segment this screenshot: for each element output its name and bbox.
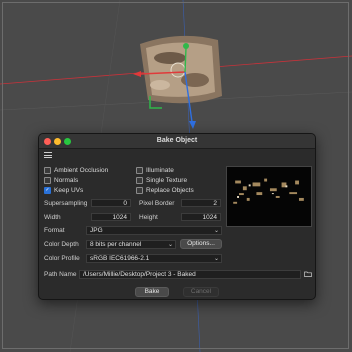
height-input[interactable]: 1024 <box>181 213 221 221</box>
supersampling-label: Supersampling <box>44 200 88 207</box>
color-depth-label: Color Depth <box>44 241 79 248</box>
color-depth-select[interactable]: 8 bits per channel ⌄ <box>86 240 176 249</box>
chevron-down-icon: ⌄ <box>213 228 219 234</box>
chevron-down-icon: ⌄ <box>213 256 219 262</box>
chevron-down-icon: ⌄ <box>167 242 173 248</box>
single-texture-checkbox[interactable]: Single Texture <box>136 177 187 184</box>
color-depth-options-button[interactable]: Options... <box>180 239 222 249</box>
dialog-titlebar[interactable]: Bake Object <box>39 134 315 149</box>
single-texture-label: Single Texture <box>146 177 188 184</box>
illuminate-checkbox[interactable]: Illuminate <box>136 167 174 174</box>
replace-objects-label: Replace Objects <box>146 187 194 194</box>
normals-checkbox[interactable]: Normals <box>44 177 78 184</box>
dialog-title: Bake Object <box>156 137 198 144</box>
ambient-occlusion-checkbox[interactable]: Ambient Occlusion <box>44 167 108 174</box>
color-profile-label: Color Profile <box>44 255 80 262</box>
ambient-occlusion-label: Ambient Occlusion <box>54 167 109 174</box>
path-name-input[interactable]: /Users/Millie/Desktop/Project 3 - Baked <box>79 270 301 279</box>
hamburger-menu-icon[interactable] <box>44 152 52 158</box>
replace-objects-checkbox[interactable]: Replace Objects <box>136 187 194 194</box>
bake-button[interactable]: Bake <box>135 287 169 297</box>
bake-object-dialog: Bake Object Ambient Occlusion Normals ✓ K… <box>38 133 316 300</box>
illuminate-label: Illuminate <box>146 167 174 174</box>
format-select[interactable]: JPG ⌄ <box>86 226 222 235</box>
width-input[interactable]: 1024 <box>91 213 131 221</box>
width-label: Width <box>44 214 61 221</box>
pixel-border-label: Pixel Border <box>139 200 175 207</box>
3d-object-pillow[interactable] <box>140 35 222 104</box>
format-label: Format <box>44 227 65 234</box>
color-profile-value: sRGB IEC61966-2.1 <box>90 255 150 262</box>
color-profile-select[interactable]: sRGB IEC61966-2.1 ⌄ <box>86 254 222 263</box>
keep-uvs-checkbox[interactable]: ✓ Keep UVs <box>44 187 83 194</box>
keep-uvs-label: Keep UVs <box>54 187 84 194</box>
height-label: Height <box>139 214 158 221</box>
path-name-label: Path Name <box>44 271 77 278</box>
folder-icon[interactable] <box>304 271 312 277</box>
supersampling-input[interactable]: 0 <box>91 199 131 207</box>
pixel-border-input[interactable]: 2 <box>181 199 221 207</box>
color-depth-value: 8 bits per channel <box>90 241 142 248</box>
cancel-button[interactable]: Cancel <box>183 287 219 297</box>
checkmark-icon: ✓ <box>44 187 51 194</box>
format-value: JPG <box>90 227 103 234</box>
bake-preview-image <box>226 166 312 227</box>
normals-label: Normals <box>54 177 79 184</box>
